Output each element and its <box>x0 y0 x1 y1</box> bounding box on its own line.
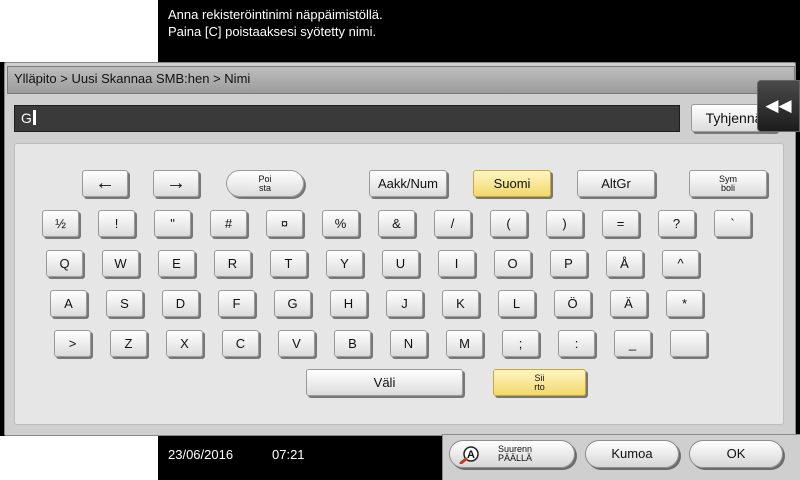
name-input-value: G <box>21 110 32 126</box>
language-finnish-key[interactable]: Suomi <box>473 170 551 197</box>
key-asterisk[interactable]: * <box>666 290 703 317</box>
key-greater-than[interactable]: > <box>54 330 91 357</box>
key-j[interactable]: J <box>386 290 423 317</box>
status-date: 23/06/2016 <box>168 447 234 462</box>
status-time: 07:21 <box>272 447 305 462</box>
key-c[interactable]: C <box>222 330 259 357</box>
key-percent[interactable]: % <box>322 210 359 237</box>
alphanumeric-mode-key[interactable]: Aakk/Num <box>369 170 447 197</box>
shift-key[interactable]: Sii rto <box>493 369 586 396</box>
key-b[interactable]: B <box>334 330 371 357</box>
key-o-umlaut[interactable]: Ö <box>554 290 591 317</box>
key-m[interactable]: M <box>446 330 483 357</box>
key-semicolon[interactable]: ; <box>502 330 539 357</box>
altgr-key[interactable]: AltGr <box>577 170 655 197</box>
key-hash[interactable]: # <box>210 210 247 237</box>
key-equals[interactable]: = <box>602 210 639 237</box>
key-t[interactable]: T <box>270 250 307 277</box>
message-left-blank <box>0 0 158 62</box>
arrow-left-icon: ← <box>95 172 115 194</box>
key-exclamation[interactable]: ! <box>98 210 135 237</box>
key-w[interactable]: W <box>102 250 139 277</box>
key-h[interactable]: H <box>330 290 367 317</box>
cursor-left-key[interactable]: ← <box>82 170 128 197</box>
key-x[interactable]: X <box>166 330 203 357</box>
key-a-ring[interactable]: Å <box>606 250 643 277</box>
key-u[interactable]: U <box>382 250 419 277</box>
key-slash[interactable]: / <box>434 210 471 237</box>
key-e[interactable]: E <box>158 250 195 277</box>
delete-key-line2: sta <box>258 183 271 193</box>
key-ampersand[interactable]: & <box>378 210 415 237</box>
shift-key-line2: rto <box>534 382 545 392</box>
key-blank[interactable] <box>670 330 707 357</box>
key-z[interactable]: Z <box>110 330 147 357</box>
space-key[interactable]: Väli <box>306 369 463 396</box>
text-cursor <box>32 110 36 125</box>
key-v[interactable]: V <box>278 330 315 357</box>
delete-key[interactable]: Poi sta <box>226 170 304 197</box>
key-f[interactable]: F <box>218 290 255 317</box>
cursor-right-key[interactable]: → <box>153 170 199 197</box>
key-o[interactable]: O <box>494 250 531 277</box>
key-paren-open[interactable]: ( <box>490 210 527 237</box>
key-a[interactable]: A <box>50 290 87 317</box>
key-caret[interactable]: ^ <box>662 250 699 277</box>
key-s[interactable]: S <box>106 290 143 317</box>
key-quote[interactable]: " <box>154 210 191 237</box>
enlarge-display-label: Suurenn PÄÄLLÄ <box>498 445 532 463</box>
key-i[interactable]: I <box>438 250 475 277</box>
key-paren-close[interactable]: ) <box>546 210 583 237</box>
key-n[interactable]: N <box>390 330 427 357</box>
double-chevron-left-icon: ◀◀ <box>765 96 792 115</box>
key-backtick[interactable]: ` <box>714 210 751 237</box>
key-l[interactable]: L <box>498 290 535 317</box>
magnifier-letter: A <box>467 449 475 461</box>
key-g[interactable]: G <box>274 290 311 317</box>
key-d[interactable]: D <box>162 290 199 317</box>
key-underscore[interactable]: _ <box>614 330 651 357</box>
instruction-line-1: Anna rekisteröintinimi näppäimistöllä. <box>168 7 383 22</box>
breadcrumb: Ylläpito > Uusi Skannaa SMB:hen > Nimi <box>14 71 251 86</box>
collapse-panel-button[interactable]: ◀◀ <box>757 80 800 132</box>
key-a-umlaut[interactable]: Ä <box>610 290 647 317</box>
arrow-right-icon: → <box>166 172 186 194</box>
key-q[interactable]: Q <box>46 250 83 277</box>
key-p[interactable]: P <box>550 250 587 277</box>
status-left-blank <box>0 436 158 480</box>
name-input[interactable]: G <box>14 105 680 132</box>
key-half[interactable]: ½ <box>42 210 79 237</box>
enlarge-display-button[interactable]: A Suurenn PÄÄLLÄ <box>449 440 575 468</box>
ok-button[interactable]: OK <box>689 440 783 468</box>
instruction-message: Anna rekisteröintinimi näppäimistöllä. P… <box>168 6 383 40</box>
instruction-line-2: Paina [C] poistaaksesi syötetty nimi. <box>168 24 377 39</box>
symbol-key-line2: boli <box>720 183 735 193</box>
key-question[interactable]: ? <box>658 210 695 237</box>
magnifier-icon: A <box>459 446 479 464</box>
symbol-key[interactable]: Sym boli <box>689 170 767 197</box>
cancel-button[interactable]: Kumoa <box>585 440 679 468</box>
key-r[interactable]: R <box>214 250 251 277</box>
key-colon[interactable]: : <box>558 330 595 357</box>
key-k[interactable]: K <box>442 290 479 317</box>
enlarge-line2: PÄÄLLÄ <box>498 453 533 463</box>
key-currency[interactable]: ¤ <box>266 210 303 237</box>
key-y[interactable]: Y <box>326 250 363 277</box>
